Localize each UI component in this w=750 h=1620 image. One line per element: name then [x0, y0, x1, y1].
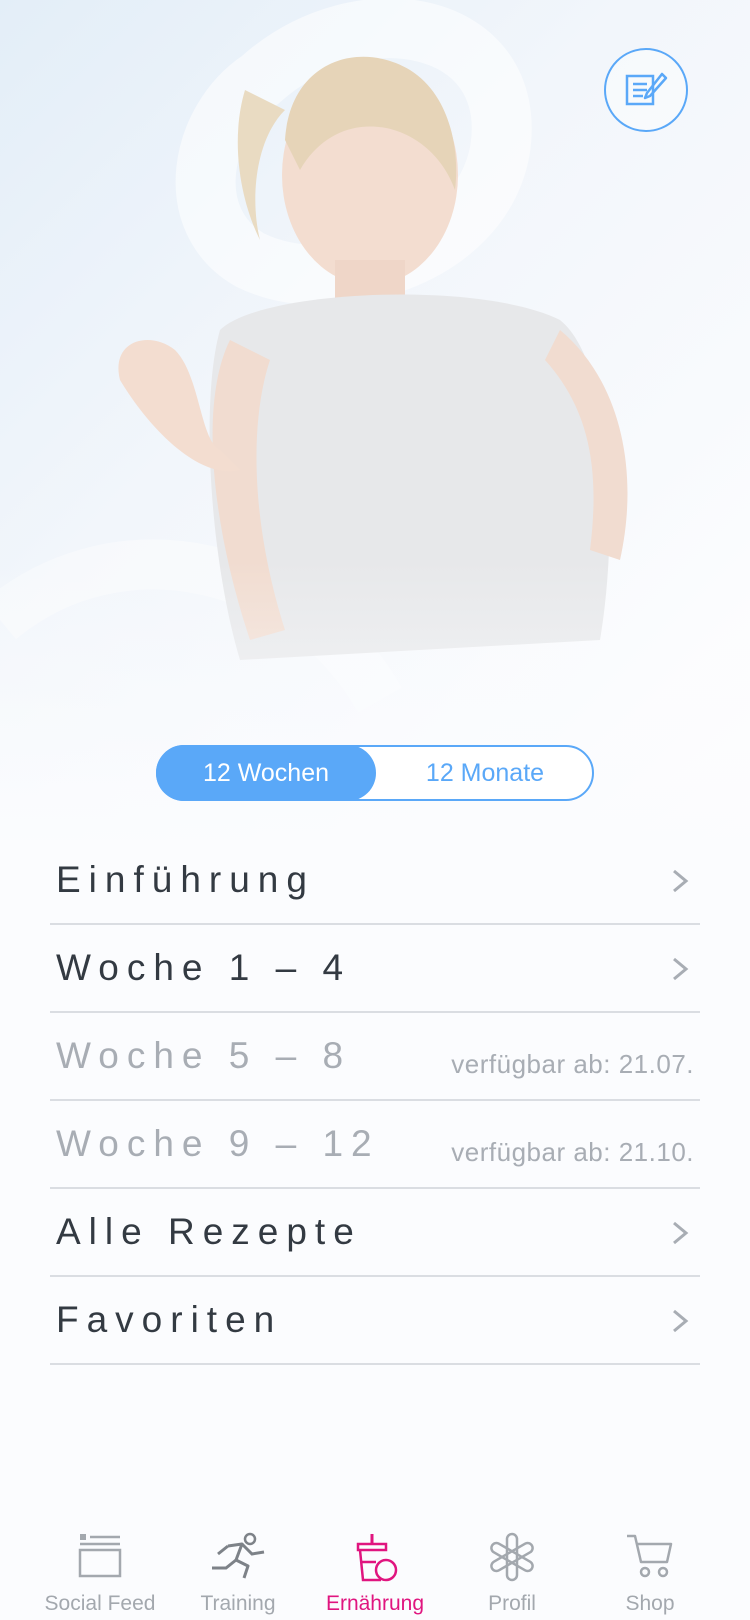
menu-item-label: Einführung — [56, 859, 315, 900]
tab-label: Ernährung — [325, 1592, 425, 1615]
notes-edit-icon — [625, 72, 668, 106]
menu-item-label: Woche 5 – 8 — [56, 1035, 352, 1076]
cart-icon — [627, 1534, 673, 1578]
nutrition-menu-list: Einführung Woche 1 – 4 Woche 5 – 8 verfü… — [50, 837, 700, 1365]
social-feed-icon — [78, 1534, 122, 1578]
duration-segmented-control: 12 Wochen 12 Monate — [156, 745, 594, 801]
chevron-right-icon — [673, 957, 689, 981]
menu-item-alle-rezepte[interactable]: Alle Rezepte — [50, 1189, 700, 1277]
menu-item-label: Alle Rezepte — [56, 1211, 362, 1252]
segment-12-monate[interactable]: 12 Monate — [376, 745, 594, 801]
notes-button[interactable] — [604, 48, 688, 132]
tab-ernaehrung[interactable]: Ernährung — [300, 1520, 450, 1620]
menu-item-favoriten[interactable]: Favoriten — [50, 1277, 700, 1365]
tab-label: Social Feed — [44, 1592, 156, 1615]
bottom-tab-bar: Social Feed Training Ernährung Profil Sh… — [0, 1520, 750, 1620]
menu-item-woche-9-12: Woche 9 – 12 verfügbar ab: 21.10. — [50, 1101, 700, 1189]
menu-item-woche-5-8: Woche 5 – 8 verfügbar ab: 21.07. — [50, 1013, 700, 1101]
drink-cup-icon — [356, 1534, 398, 1582]
tab-profil[interactable]: Profil — [437, 1520, 587, 1620]
menu-item-einfuehrung[interactable]: Einführung — [50, 837, 700, 925]
menu-item-woche-1-4[interactable]: Woche 1 – 4 — [50, 925, 700, 1013]
tab-label: Shop — [625, 1592, 675, 1615]
running-icon — [212, 1532, 265, 1579]
segment-12-wochen[interactable]: 12 Wochen — [156, 745, 376, 801]
menu-item-label: Woche 1 – 4 — [56, 947, 352, 988]
asterisk-profile-icon — [490, 1532, 534, 1582]
chevron-right-icon — [673, 1309, 689, 1333]
availability-text: verfügbar ab: 21.07. — [451, 1049, 694, 1079]
menu-item-label: Woche 9 – 12 — [56, 1123, 380, 1164]
chevron-right-icon — [673, 869, 689, 893]
tab-label: Profil — [488, 1592, 536, 1615]
tab-shop[interactable]: Shop — [575, 1520, 725, 1620]
tab-training[interactable]: Training — [163, 1520, 313, 1620]
availability-text: verfügbar ab: 21.10. — [451, 1137, 694, 1167]
chevron-right-icon — [673, 1221, 689, 1245]
menu-item-label: Favoriten — [56, 1299, 283, 1340]
tab-social-feed[interactable]: Social Feed — [25, 1520, 175, 1620]
tab-label: Training — [200, 1592, 276, 1615]
